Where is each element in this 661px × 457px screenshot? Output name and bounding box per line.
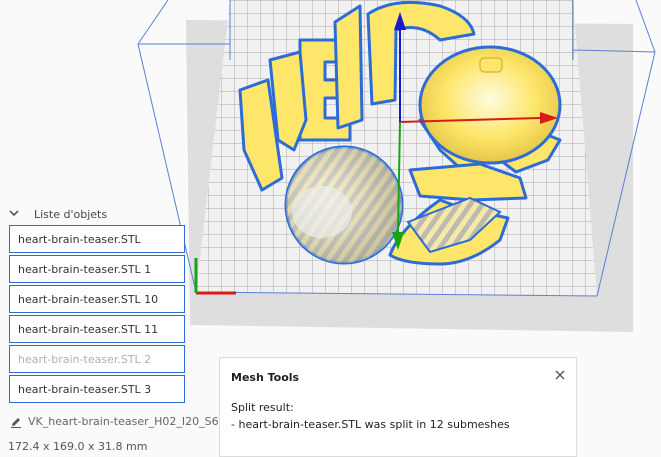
mesh-tools-message: Split result: - heart-brain-teaser.STL w… xyxy=(231,399,510,433)
object-item-label: heart-brain-teaser.STL 2 xyxy=(18,352,152,366)
object-list-item[interactable]: heart-brain-teaser.STL 11 xyxy=(9,315,185,343)
model-dimensions: 172.4 x 169.0 x 31.8 mm xyxy=(8,440,148,453)
object-list-title: Liste d'objets xyxy=(34,207,108,221)
object-item-label: heart-brain-teaser.STL 1 xyxy=(18,262,152,276)
object-item-label: heart-brain-teaser.STL 11 xyxy=(18,322,159,336)
pencil-icon[interactable] xyxy=(10,416,22,428)
chevron-down-icon[interactable] xyxy=(8,208,20,220)
job-name-row[interactable]: VK_heart-brain-teaser_H02_I20_S60_ xyxy=(10,415,231,428)
model-dome xyxy=(418,45,562,165)
object-list-header[interactable]: Liste d'objets xyxy=(8,205,107,223)
model-sphere xyxy=(284,145,404,265)
object-list-item[interactable]: heart-brain-teaser.STL 10 xyxy=(9,285,185,313)
object-item-label: heart-brain-teaser.STL xyxy=(18,232,141,246)
mesh-tools-panel: Mesh Tools Split result: - heart-brain-t… xyxy=(219,357,577,457)
split-result-detail: - heart-brain-teaser.STL was split in 12… xyxy=(231,418,510,431)
mesh-tools-title: Mesh Tools xyxy=(231,371,300,384)
close-icon[interactable] xyxy=(554,369,566,381)
object-item-label: heart-brain-teaser.STL 10 xyxy=(18,292,159,306)
object-list-item[interactable]: heart-brain-teaser.STL 1 xyxy=(9,255,185,283)
object-list-item[interactable]: heart-brain-teaser.STL 2 xyxy=(9,345,185,373)
job-name: VK_heart-brain-teaser_H02_I20_S60_ xyxy=(28,415,232,428)
split-result-label: Split result: xyxy=(231,401,294,414)
object-list-item[interactable]: heart-brain-teaser.STL xyxy=(9,225,185,253)
object-list-item[interactable]: heart-brain-teaser.STL 3 xyxy=(9,375,185,403)
object-item-label: heart-brain-teaser.STL 3 xyxy=(18,382,152,396)
